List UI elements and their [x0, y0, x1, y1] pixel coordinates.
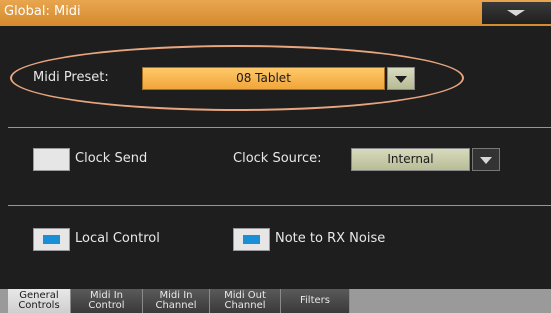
midi-preset-dropdown-button[interactable] [387, 67, 415, 90]
clock-send-checkbox[interactable] [33, 148, 70, 171]
tab-filters[interactable]: Filters [281, 289, 350, 313]
note-to-rx-noise-checkbox[interactable] [233, 228, 270, 251]
section-divider [8, 127, 551, 128]
chevron-down-icon [395, 76, 407, 83]
midi-preset-field[interactable]: 08 Tablet [142, 67, 385, 90]
chevron-down-icon [507, 10, 525, 16]
checked-indicator [243, 235, 260, 244]
tab-label: Channel [224, 300, 266, 311]
checked-indicator [43, 235, 60, 244]
clock-source-dropdown-button[interactable] [472, 148, 500, 171]
tab-label: Control [88, 300, 125, 311]
section-divider [8, 205, 551, 206]
midi-preset-label: Midi Preset: [33, 70, 109, 85]
local-control-label: Local Control [75, 231, 160, 246]
title-bar: Global: Midi [0, 0, 551, 26]
tab-general-controls[interactable]: General Controls [8, 289, 71, 313]
tab-bar: General Controls Midi In Control Midi In… [0, 289, 551, 313]
tab-midi-in-channel[interactable]: Midi In Channel [143, 289, 210, 313]
note-to-rx-noise-label: Note to RX Noise [275, 231, 386, 246]
page-title: Global: Midi [4, 4, 81, 19]
tab-midi-in-control[interactable]: Midi In Control [71, 289, 143, 313]
tab-label: Filters [300, 295, 330, 306]
local-control-checkbox[interactable] [33, 228, 70, 251]
clock-source-label: Clock Source: [233, 151, 322, 166]
tab-label: Channel [155, 300, 197, 311]
tab-label: Controls [18, 300, 60, 311]
clock-send-label: Clock Send [75, 151, 148, 166]
page-menu-button[interactable] [482, 2, 551, 24]
tab-midi-out-channel[interactable]: Midi Out Channel [210, 289, 281, 313]
chevron-down-icon [480, 157, 492, 164]
clock-source-field[interactable]: Internal [351, 148, 470, 171]
